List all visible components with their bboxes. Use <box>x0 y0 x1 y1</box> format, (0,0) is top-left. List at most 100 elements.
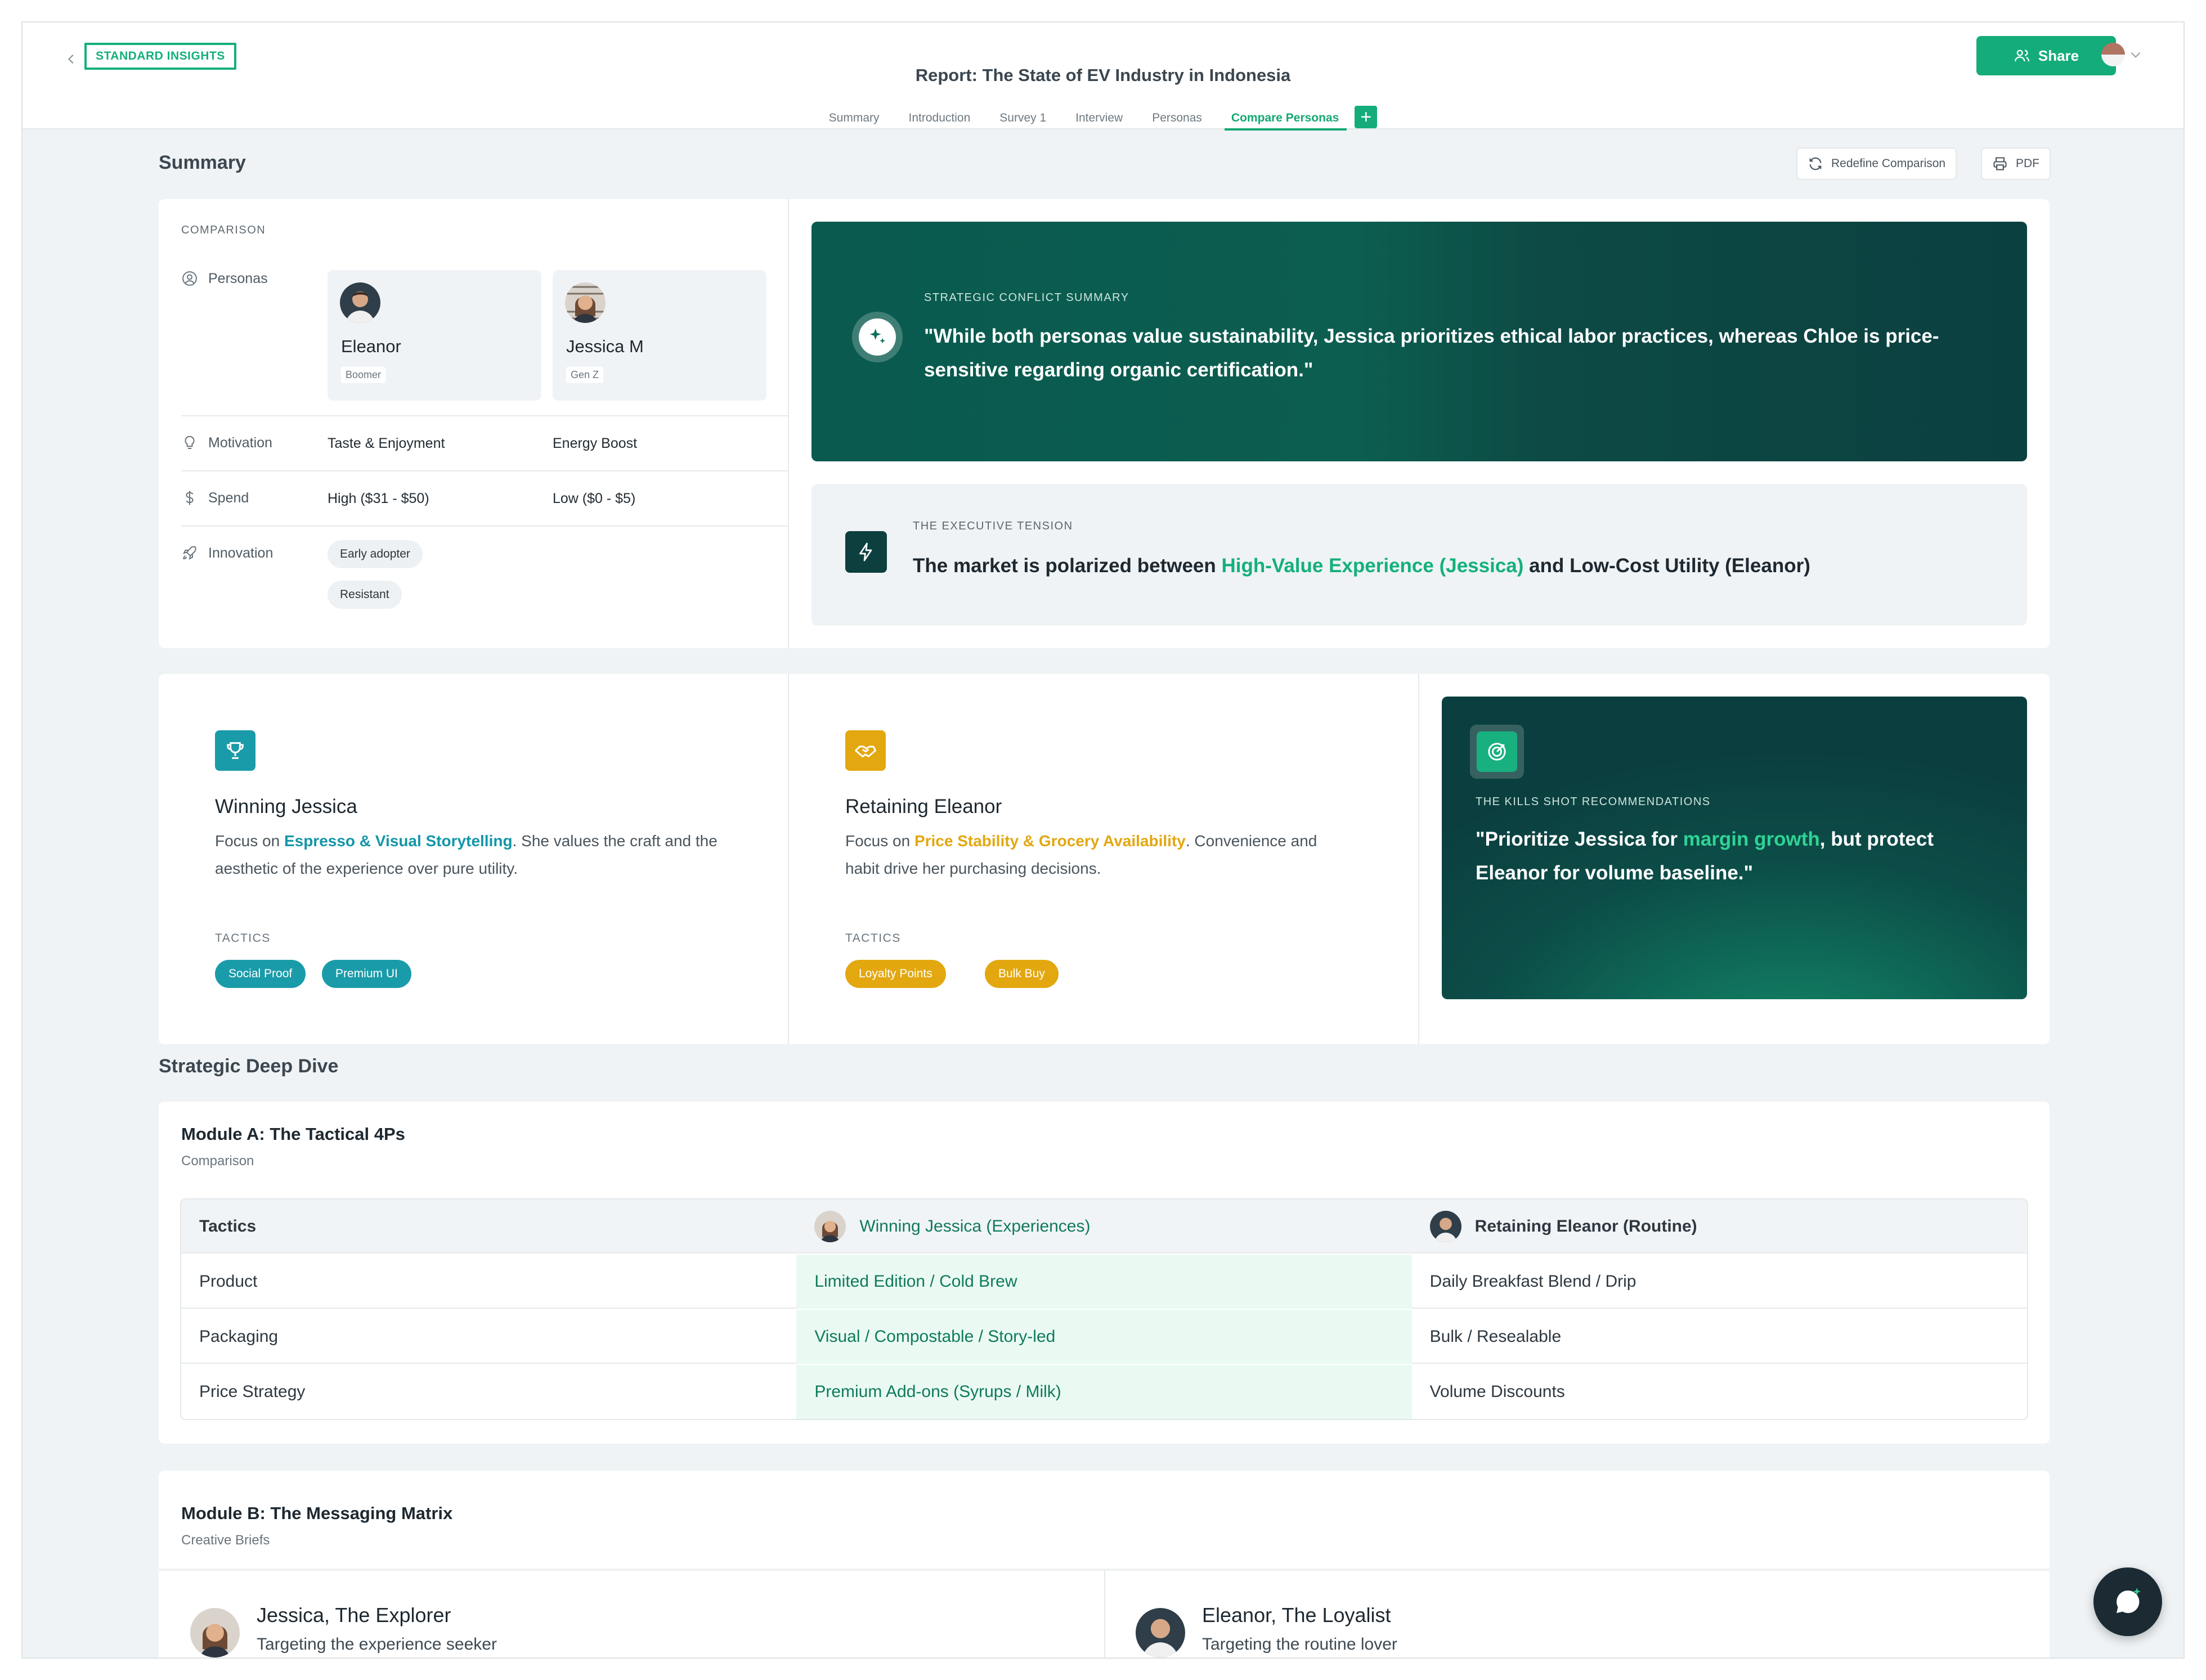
spend-row-label: Spend <box>181 489 249 506</box>
retaining-title: Retaining Eleanor <box>845 796 1002 817</box>
table-header-row: Tactics Winning Jessica (Experiences) Re… <box>181 1200 2027 1254</box>
tab-introduction[interactable]: Introduction <box>909 97 971 129</box>
dollar-icon <box>186 491 194 505</box>
retaining-highlight: Price Stability & Grocery Availability <box>914 832 1186 850</box>
winning-body: Focus on Espresso & Visual Storytelling.… <box>215 832 718 877</box>
share-label: Share <box>2038 47 2079 64</box>
column-divider <box>788 674 789 1044</box>
chat-assistant-button[interactable] <box>2093 1567 2162 1636</box>
tension-highlight: High-Value Experience (Jessica) <box>1221 555 1524 577</box>
table-row: Product Limited Edition / Cold Brew Dail… <box>181 1255 2027 1309</box>
sparkle-icon <box>852 312 903 362</box>
tactic-chip-bulk-buy[interactable]: Bulk Buy <box>985 960 1059 988</box>
persona-name: Eleanor <box>341 336 401 356</box>
winning-title: Winning Jessica <box>215 796 357 817</box>
target-icon <box>1470 725 1524 779</box>
trophy-icon <box>215 730 255 771</box>
chat-sparkle-icon <box>2117 1588 2141 1613</box>
killshot-quote: "Prioritize Jessica for margin growth, b… <box>1476 828 1934 884</box>
app-frame: STANDARD INSIGHTS Report: The State of E… <box>21 21 2185 1659</box>
motivation-row-label: Motivation <box>181 434 272 451</box>
tension-eyebrow: THE EXECUTIVE TENSION <box>913 520 1073 532</box>
printer-icon <box>1993 157 2007 170</box>
conflict-quote: "While both personas value sustainabilit… <box>924 325 1939 381</box>
tab-interview[interactable]: Interview <box>1075 97 1123 129</box>
module-a-title: Module A: The Tactical 4Ps <box>181 1124 405 1144</box>
retaining-tactics-label: TACTICS <box>845 932 901 945</box>
module-a-card: Module A: The Tactical 4Ps Comparison Ta… <box>159 1102 2050 1444</box>
avatar <box>190 1608 240 1657</box>
handshake-icon <box>845 730 886 771</box>
jessica-motivation: Energy Boost <box>553 435 638 451</box>
jessica-spend: Low ($0 - $5) <box>553 491 636 506</box>
user-circle-icon <box>182 271 197 286</box>
chevron-left-icon <box>68 54 74 64</box>
table-row: Packaging Visual / Compostable / Story-l… <box>181 1310 2027 1364</box>
divider <box>181 415 789 416</box>
personas-row-label: Personas <box>181 270 268 287</box>
user-avatar[interactable] <box>2101 43 2125 66</box>
redefine-comparison-button[interactable]: Redefine Comparison <box>1796 147 1957 180</box>
refresh-icon <box>1809 157 1822 170</box>
eleanor-spend: High ($31 - $50) <box>328 491 429 506</box>
report-title: Report: The State of EV Industry in Indo… <box>915 65 1291 85</box>
add-tab-button[interactable]: + <box>1355 106 1378 128</box>
deep-dive-title: Strategic Deep Dive <box>159 1055 339 1077</box>
column-divider <box>1418 674 1419 1044</box>
strategy-card: Winning Jessica Focus on Espresso & Visu… <box>159 674 2050 1044</box>
rocket-icon <box>183 546 196 560</box>
avatar <box>814 1211 846 1242</box>
avatar <box>1429 1211 1461 1242</box>
header-jessica: Winning Jessica (Experiences) <box>796 1200 1411 1254</box>
persona-card-jessica[interactable]: Jessica M Gen Z <box>553 270 766 401</box>
generation-badge: Boomer <box>341 367 386 383</box>
innovation-row-label: Innovation <box>181 545 273 562</box>
kill-shot-panel: THE KILLS SHOT RECOMMENDATIONS "Prioriti… <box>1442 697 2027 999</box>
tactic-chip-premium-ui[interactable]: Premium UI <box>322 960 411 988</box>
executive-tension-panel: THE EXECUTIVE TENSION The market is pola… <box>811 484 2027 626</box>
avatar <box>340 282 380 323</box>
winning-tactics-label: TACTICS <box>215 932 271 945</box>
divider <box>181 525 789 527</box>
retaining-body: Focus on Price Stability & Grocery Avail… <box>845 832 1317 877</box>
avatar <box>1136 1608 1185 1657</box>
redefine-label: Redefine Comparison <box>1831 157 1946 170</box>
brief-subtitle-jessica: Targeting the experience seeker <box>257 1635 497 1654</box>
conflict-eyebrow: STRATEGIC CONFLICT SUMMARY <box>924 291 1129 304</box>
avatar <box>565 282 606 323</box>
module-b-card: Module B: The Messaging Matrix Creative … <box>159 1471 2050 1657</box>
persona-card-eleanor[interactable]: Eleanor Boomer <box>328 270 541 401</box>
comparison-label: COMPARISON <box>181 224 266 236</box>
tab-survey-1[interactable]: Survey 1 <box>999 97 1046 129</box>
strategic-conflict-panel: STRATEGIC CONFLICT SUMMARY "While both p… <box>811 222 2027 461</box>
module-a-subtitle: Comparison <box>181 1153 254 1169</box>
chevron-down-icon[interactable] <box>2128 47 2143 62</box>
header-tactics: Tactics <box>199 1217 257 1236</box>
tab-compare-personas[interactable]: Compare Personas <box>1224 97 1347 131</box>
report-tabs: Summary Introduction Survey 1 Interview … <box>23 97 2183 131</box>
pdf-button[interactable]: PDF <box>1981 147 2051 180</box>
persona-name: Jessica M <box>566 336 644 356</box>
header-eleanor: Retaining Eleanor (Routine) <box>1412 1200 2027 1254</box>
top-header: STANDARD INSIGHTS Report: The State of E… <box>23 23 2183 131</box>
column-divider <box>788 199 789 648</box>
pdf-label: PDF <box>2016 157 2039 170</box>
tab-personas[interactable]: Personas <box>1152 97 1202 129</box>
tactics-table: Tactics Winning Jessica (Experiences) Re… <box>180 1198 2028 1420</box>
share-button[interactable]: Share <box>1976 36 2116 75</box>
jessica-innovation-chip: Resistant <box>328 581 402 609</box>
bolt-icon <box>845 531 887 573</box>
comparison-card: COMPARISON Personas Eleanor Boomer Jessi… <box>159 199 2050 648</box>
killshot-eyebrow: THE KILLS SHOT RECOMMENDATIONS <box>1476 796 1711 808</box>
tension-statement: The market is polarized between High-Val… <box>913 555 1810 577</box>
tab-summary[interactable]: Summary <box>829 97 880 129</box>
column-divider <box>1104 1571 1105 1657</box>
eleanor-motivation: Taste & Enjoyment <box>328 435 445 451</box>
generation-badge: Gen Z <box>566 367 604 383</box>
module-b-subtitle: Creative Briefs <box>181 1533 270 1548</box>
divider <box>181 470 789 471</box>
tactic-chip-loyalty-points[interactable]: Loyalty Points <box>845 960 946 988</box>
tactic-chip-social-proof[interactable]: Social Proof <box>215 960 306 988</box>
brief-subtitle-eleanor: Targeting the routine lover <box>1202 1635 1397 1654</box>
eleanor-innovation-chip: Early adopter <box>328 540 423 568</box>
